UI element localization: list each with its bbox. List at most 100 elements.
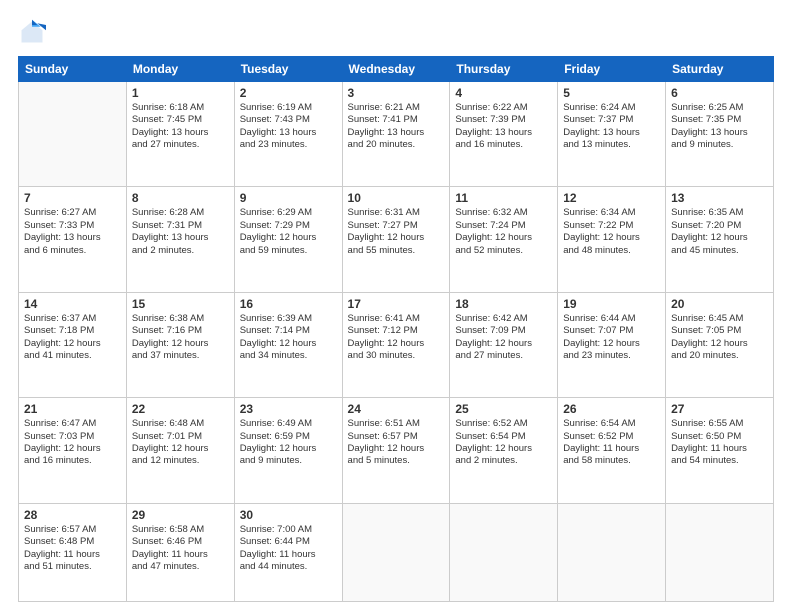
day-number: 21 [24,402,121,416]
calendar-cell: 13 Sunrise: 6:35 AMSunset: 7:20 PMDayligh… [666,187,774,292]
day-number: 20 [671,297,768,311]
weekday-header-thursday: Thursday [450,57,558,82]
calendar-cell: 5 Sunrise: 6:24 AMSunset: 7:37 PMDaylight… [558,82,666,187]
day-number: 12 [563,191,660,205]
cell-info: Sunrise: 6:22 AMSunset: 7:39 PMDaylight:… [455,102,552,151]
calendar-cell: 10 Sunrise: 6:31 AMSunset: 7:27 PMDayligh… [342,187,450,292]
cell-info: Sunrise: 6:48 AMSunset: 7:01 PMDaylight:… [132,418,229,467]
day-number: 24 [348,402,445,416]
weekday-header-monday: Monday [126,57,234,82]
day-number: 14 [24,297,121,311]
cell-info: Sunrise: 6:47 AMSunset: 7:03 PMDaylight:… [24,418,121,467]
day-number: 8 [132,191,229,205]
calendar-cell: 19Sunrise: 6:44 AMSunset: 7:07 PMDayligh… [558,292,666,397]
day-number: 15 [132,297,229,311]
cell-info: Sunrise: 6:18 AMSunset: 7:45 PMDaylight:… [132,102,229,151]
day-number: 13 [671,191,768,205]
day-number: 29 [132,508,229,522]
day-number: 9 [240,191,337,205]
day-number: 6 [671,86,768,100]
cell-info: Sunrise: 7:00 AMSunset: 6:44 PMDaylight:… [240,524,337,573]
calendar-cell: 23Sunrise: 6:49 AMSunset: 6:59 PMDayligh… [234,398,342,503]
calendar-week-4: 21 Sunrise: 6:47 AMSunset: 7:03 PMDayligh… [19,398,774,503]
cell-info: Sunrise: 6:51 AMSunset: 6:57 PMDaylight:… [348,418,445,467]
calendar-week-3: 14 Sunrise: 6:37 AMSunset: 7:18 PMDayligh… [19,292,774,397]
calendar-week-2: 7 Sunrise: 6:27 AMSunset: 7:33 PMDaylight… [19,187,774,292]
calendar-cell: 16 Sunrise: 6:39 AMSunset: 7:14 PMDayligh… [234,292,342,397]
day-number: 30 [240,508,337,522]
calendar-cell [19,82,127,187]
day-number: 4 [455,86,552,100]
day-number: 18 [455,297,552,311]
cell-info: Sunrise: 6:34 AMSunset: 7:22 PMDaylight:… [563,207,660,256]
calendar-cell: 4 Sunrise: 6:22 AMSunset: 7:39 PMDaylight… [450,82,558,187]
cell-info: Sunrise: 6:37 AMSunset: 7:18 PMDaylight:… [24,313,121,362]
calendar-cell: 28Sunrise: 6:57 AMSunset: 6:48 PMDayligh… [19,503,127,601]
day-number: 23 [240,402,337,416]
cell-info: Sunrise: 6:29 AMSunset: 7:29 PMDaylight:… [240,207,337,256]
cell-info: Sunrise: 6:21 AMSunset: 7:41 PMDaylight:… [348,102,445,151]
day-number: 3 [348,86,445,100]
calendar-cell: 24 Sunrise: 6:51 AMSunset: 6:57 PMDayligh… [342,398,450,503]
calendar-cell: 7 Sunrise: 6:27 AMSunset: 7:33 PMDaylight… [19,187,127,292]
calendar-cell [666,503,774,601]
calendar-week-1: 1Sunrise: 6:18 AMSunset: 7:45 PMDaylight… [19,82,774,187]
cell-info: Sunrise: 6:54 AMSunset: 6:52 PMDaylight:… [563,418,660,467]
day-number: 22 [132,402,229,416]
calendar-cell: 30 Sunrise: 7:00 AMSunset: 6:44 PMDayligh… [234,503,342,601]
weekday-header-saturday: Saturday [666,57,774,82]
calendar-cell [558,503,666,601]
day-number: 7 [24,191,121,205]
cell-info: Sunrise: 6:41 AMSunset: 7:12 PMDaylight:… [348,313,445,362]
calendar-cell: 26 Sunrise: 6:54 AMSunset: 6:52 PMDayligh… [558,398,666,503]
calendar-cell: 15 Sunrise: 6:38 AMSunset: 7:16 PMDayligh… [126,292,234,397]
calendar-cell: 6Sunrise: 6:25 AMSunset: 7:35 PMDaylight… [666,82,774,187]
day-number: 25 [455,402,552,416]
calendar-cell: 27Sunrise: 6:55 AMSunset: 6:50 PMDayligh… [666,398,774,503]
calendar-week-5: 28Sunrise: 6:57 AMSunset: 6:48 PMDayligh… [19,503,774,601]
weekday-header-row: SundayMondayTuesdayWednesdayThursdayFrid… [19,57,774,82]
day-number: 17 [348,297,445,311]
logo-icon [18,18,46,46]
day-number: 11 [455,191,552,205]
calendar-cell: 21 Sunrise: 6:47 AMSunset: 7:03 PMDayligh… [19,398,127,503]
weekday-header-friday: Friday [558,57,666,82]
calendar-cell: 25 Sunrise: 6:52 AMSunset: 6:54 PMDayligh… [450,398,558,503]
weekday-header-tuesday: Tuesday [234,57,342,82]
cell-info: Sunrise: 6:35 AMSunset: 7:20 PMDaylight:… [671,207,768,256]
logo [18,18,50,46]
cell-info: Sunrise: 6:44 AMSunset: 7:07 PMDaylight:… [563,313,660,362]
header [18,18,774,46]
calendar-table: SundayMondayTuesdayWednesdayThursdayFrid… [18,56,774,602]
day-number: 10 [348,191,445,205]
calendar-cell [342,503,450,601]
cell-info: Sunrise: 6:45 AMSunset: 7:05 PMDaylight:… [671,313,768,362]
cell-info: Sunrise: 6:19 AMSunset: 7:43 PMDaylight:… [240,102,337,151]
day-number: 5 [563,86,660,100]
weekday-header-wednesday: Wednesday [342,57,450,82]
cell-info: Sunrise: 6:52 AMSunset: 6:54 PMDaylight:… [455,418,552,467]
cell-info: Sunrise: 6:39 AMSunset: 7:14 PMDaylight:… [240,313,337,362]
calendar-cell: 9 Sunrise: 6:29 AMSunset: 7:29 PMDaylight… [234,187,342,292]
calendar-cell: 17 Sunrise: 6:41 AMSunset: 7:12 PMDayligh… [342,292,450,397]
cell-info: Sunrise: 6:58 AMSunset: 6:46 PMDaylight:… [132,524,229,573]
day-number: 2 [240,86,337,100]
calendar-cell: 22 Sunrise: 6:48 AMSunset: 7:01 PMDayligh… [126,398,234,503]
cell-info: Sunrise: 6:27 AMSunset: 7:33 PMDaylight:… [24,207,121,256]
day-number: 26 [563,402,660,416]
calendar-cell: 18Sunrise: 6:42 AMSunset: 7:09 PMDayligh… [450,292,558,397]
calendar-page: SundayMondayTuesdayWednesdayThursdayFrid… [0,0,792,612]
cell-info: Sunrise: 6:28 AMSunset: 7:31 PMDaylight:… [132,207,229,256]
cell-info: Sunrise: 6:24 AMSunset: 7:37 PMDaylight:… [563,102,660,151]
calendar-cell: 11 Sunrise: 6:32 AMSunset: 7:24 PMDayligh… [450,187,558,292]
day-number: 28 [24,508,121,522]
cell-info: Sunrise: 6:31 AMSunset: 7:27 PMDaylight:… [348,207,445,256]
day-number: 16 [240,297,337,311]
cell-info: Sunrise: 6:38 AMSunset: 7:16 PMDaylight:… [132,313,229,362]
calendar-cell: 29 Sunrise: 6:58 AMSunset: 6:46 PMDayligh… [126,503,234,601]
weekday-header-sunday: Sunday [19,57,127,82]
calendar-cell: 1Sunrise: 6:18 AMSunset: 7:45 PMDaylight… [126,82,234,187]
cell-info: Sunrise: 6:32 AMSunset: 7:24 PMDaylight:… [455,207,552,256]
calendar-cell: 20 Sunrise: 6:45 AMSunset: 7:05 PMDayligh… [666,292,774,397]
calendar-cell: 3 Sunrise: 6:21 AMSunset: 7:41 PMDaylight… [342,82,450,187]
